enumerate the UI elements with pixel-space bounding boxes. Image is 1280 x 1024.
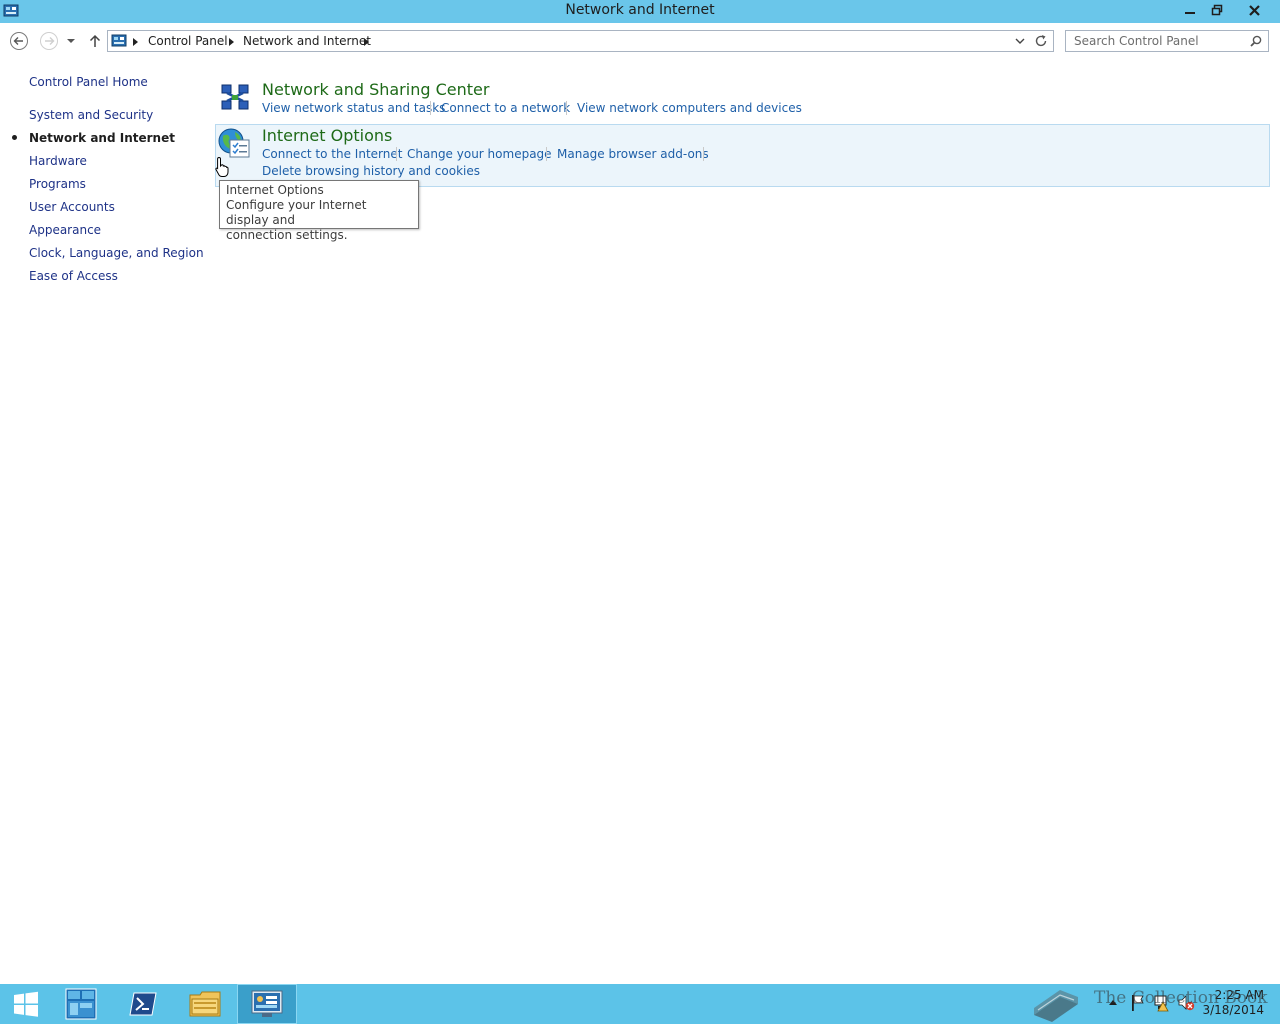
search-box[interactable] [1065,30,1269,52]
internet-options-tooltip: Internet Options Configure your Internet… [219,180,419,242]
view-network-computers-link[interactable]: View network computers and devices [577,101,802,115]
recent-locations-button[interactable] [64,31,78,51]
nav-clock-language-region[interactable]: Clock, Language, and Region [29,246,204,260]
book-logo-icon [1034,990,1078,1022]
breadcrumb-network-and-internet[interactable]: Network and Internet [243,34,371,48]
breadcrumb-arrow-icon[interactable] [364,38,369,46]
powershell-button[interactable] [112,984,172,1024]
network-and-sharing-center-link[interactable]: Network and Sharing Center [262,80,489,99]
link-separator [566,101,567,115]
connect-to-network-link[interactable]: Connect to a network [441,101,570,115]
nav-programs[interactable]: Programs [29,177,86,191]
network-sharing-icon[interactable] [219,82,251,114]
link-separator [430,101,431,115]
hand-cursor-icon [215,156,229,177]
tooltip-title: Internet Options [226,183,324,197]
close-icon [1249,5,1260,16]
minimize-icon [1185,12,1195,14]
breadcrumb-arrow-icon[interactable] [133,38,138,46]
internet-options-link[interactable]: Internet Options [262,126,392,145]
nav-user-accounts[interactable]: User Accounts [29,200,115,214]
nav-ease-of-access[interactable]: Ease of Access [29,269,118,283]
view-network-status-link[interactable]: View network status and tasks [262,101,445,115]
close-button[interactable] [1236,0,1272,20]
restore-icon [1211,4,1223,16]
breadcrumb-control-panel[interactable]: Control Panel [148,34,228,48]
up-button[interactable] [85,31,105,51]
restore-button[interactable] [1204,0,1231,20]
search-icon[interactable] [1250,35,1262,47]
current-page-bullet [12,135,17,140]
address-dropdown-icon[interactable] [1014,34,1026,48]
title-bar: Network and Internet [0,0,1280,23]
link-separator [703,147,704,161]
nav-control-panel-home[interactable]: Control Panel Home [29,75,148,89]
search-input[interactable] [1068,32,1256,50]
control-panel-icon [111,34,127,47]
file-explorer-icon [189,991,221,1017]
back-arrow-icon [10,32,28,50]
link-separator [396,147,397,161]
control-panel-taskbar-button[interactable] [237,984,297,1024]
watermark-text: The Collection Book [1094,988,1268,1008]
powershell-icon [129,992,157,1016]
forward-arrow-icon [40,32,58,50]
address-bar[interactable]: Control Panel Network and Internet [107,30,1054,52]
manage-browser-addons-link[interactable]: Manage browser add-ons [557,147,709,161]
refresh-icon[interactable] [1034,34,1048,48]
minimize-button[interactable] [1177,0,1204,20]
start-icon [14,991,38,1017]
watermark: The Collection Book [1030,977,1268,1023]
link-separator [546,147,547,161]
nav-hardware[interactable]: Hardware [29,154,87,168]
connect-to-internet-link[interactable]: Connect to the Internet [262,147,402,161]
file-explorer-button[interactable] [174,984,234,1024]
nav-appearance[interactable]: Appearance [29,223,101,237]
nav-system-and-security[interactable]: System and Security [29,108,153,122]
window-title: Network and Internet [565,2,715,18]
back-button[interactable] [9,31,29,51]
breadcrumb-arrow-icon[interactable] [229,38,234,46]
server-manager-button[interactable] [51,984,111,1024]
forward-button[interactable] [39,31,59,51]
delete-browsing-history-link[interactable]: Delete browsing history and cookies [262,164,480,178]
change-homepage-link[interactable]: Change your homepage [407,147,552,161]
tooltip-line-2: connection settings. [226,228,348,242]
control-panel-icon [251,990,283,1017]
navigation-bar: Control Panel Network and Internet [0,26,1280,56]
up-arrow-icon [89,34,101,47]
nav-network-and-internet[interactable]: Network and Internet [29,131,175,145]
tooltip-line-1: Configure your Internet display and [226,198,367,227]
server-manager-icon [65,988,97,1020]
chevron-down-icon [67,39,75,43]
